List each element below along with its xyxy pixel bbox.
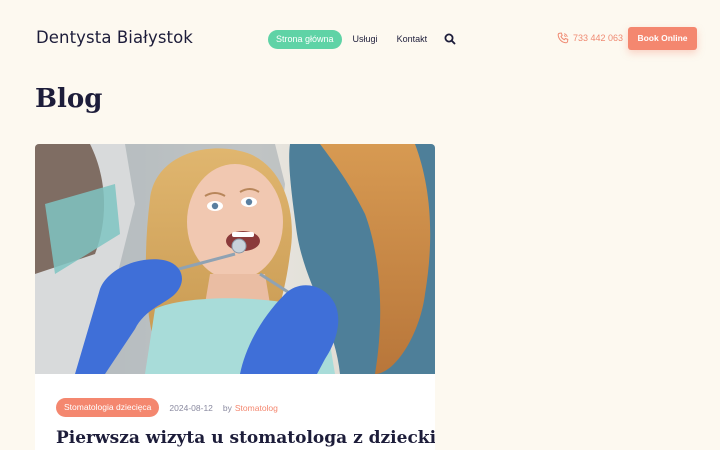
nav-item-contact[interactable]: Kontakt <box>389 30 436 49</box>
nav-item-services[interactable]: Usługi <box>345 30 386 49</box>
phone-link[interactable]: 733 442 063 <box>557 32 623 44</box>
category-badge[interactable]: Stomatologia dziecięca <box>56 398 160 417</box>
nav-item-home[interactable]: Strona główna <box>268 29 342 49</box>
post-featured-image[interactable] <box>35 144 435 374</box>
page-title: Blog <box>35 84 103 114</box>
search-icon[interactable] <box>443 32 457 46</box>
main-nav: Strona główna Usługi Kontakt <box>268 29 457 49</box>
blog-post-card: Stomatologia dziecięca 2024-08-12 by Sto… <box>35 144 435 450</box>
post-by-label: by <box>222 402 232 413</box>
phone-number: 733 442 063 <box>573 33 624 43</box>
phone-icon <box>557 32 569 44</box>
site-logo[interactable]: Dentysta Białystok <box>36 28 193 47</box>
post-meta: Stomatologia dziecięca 2024-08-12 by Sto… <box>56 398 278 417</box>
book-online-button[interactable]: Book Online <box>628 27 697 50</box>
site-header: Dentysta Białystok Strona główna Usługi … <box>0 0 720 78</box>
post-author-link[interactable]: Stomatolog <box>235 403 278 413</box>
post-title[interactable]: Pierwsza wizyta u stomatologa z dzieckie… <box>56 428 435 448</box>
post-date: 2024-08-12 <box>169 402 213 413</box>
